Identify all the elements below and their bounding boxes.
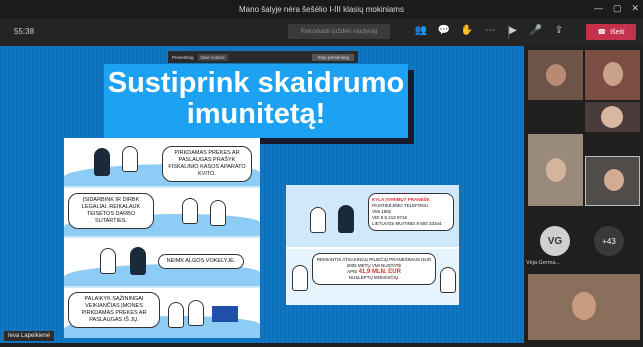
toolbar-icons: 👥 💬 ✋ ⋯ ▶ 🎤 ⇪ xyxy=(414,23,566,37)
white-figure xyxy=(440,267,456,293)
minimize-button[interactable]: — xyxy=(594,3,603,14)
slide-title: Sustiprink skaidrumo imunitetą! xyxy=(104,64,408,138)
amount-prefix: APIE xyxy=(347,269,358,274)
window-titlebar: Mano šalyje nėra šešėlio I-III klasių mo… xyxy=(0,0,643,18)
white-figure xyxy=(182,198,198,224)
result-panel: REMIANTIS ATSAKINGŲ PILIEČIŲ PRANEŠIMAIS… xyxy=(286,249,459,305)
avatar[interactable]: VG xyxy=(540,226,570,256)
raise-hand-icon[interactable]: ✋ xyxy=(460,23,474,37)
window-title: Mano šalyje nėra šešėlio I-III klasių mo… xyxy=(239,4,404,14)
panel-text: PALAIKYK SĄŽININGAI VEIKIANČIAS ĮMONES P… xyxy=(68,292,160,328)
infographic-left: PIRKDAMAS PREKES AR PASLAUGAS PRAŠYK FIS… xyxy=(64,138,260,338)
slide-title-box: Sustiprink skaidrumo imunitetą! xyxy=(104,64,414,144)
report-panel: KYLA ĮTARIMŲ? PRANEŠK PASITIKĖJIMO TELEF… xyxy=(286,185,459,247)
white-figure xyxy=(122,146,138,172)
shadow-figure xyxy=(94,148,110,176)
participant-video[interactable] xyxy=(528,274,640,340)
participant-name: Vėja Germa... xyxy=(526,260,560,266)
participant-face xyxy=(601,106,623,128)
white-figure xyxy=(188,300,204,326)
white-figure xyxy=(100,248,116,274)
white-figure xyxy=(168,302,184,328)
participant-face xyxy=(546,158,566,182)
participant-video[interactable] xyxy=(585,156,640,206)
shadow-figure xyxy=(338,205,354,233)
white-figure xyxy=(310,207,326,233)
stop-presenting-button[interactable]: Stop presenting xyxy=(312,53,354,61)
panel-2: ĮSIDARBINK IR DIRBK LEGALIAI. REIKALAUK … xyxy=(64,188,260,236)
result-text: NUSLĖPTŲ MOKESČIŲ. xyxy=(348,275,400,280)
panel-1: PIRKDAMAS PREKES AR PASLAUGAS PRAŠYK FIS… xyxy=(64,138,260,186)
toolbar-divider xyxy=(508,25,509,39)
participant-video[interactable] xyxy=(585,50,640,100)
shadow-figure xyxy=(130,247,146,275)
recording-button[interactable]: Rekoduoti (uždėti vaidyną) xyxy=(288,24,390,39)
report-bubble: KYLA ĮTARIMŲ? PRANEŠK PASITIKĖJIMO TELEF… xyxy=(368,193,454,231)
participant-face xyxy=(572,292,596,320)
meeting-timer: 55:38 xyxy=(14,27,35,36)
participant-face xyxy=(604,169,624,191)
more-icon[interactable]: ⋯ xyxy=(483,23,497,37)
mic-off-icon[interactable]: 🎤 xyxy=(529,23,543,37)
share-icon[interactable]: ⇪ xyxy=(552,23,566,37)
participant-face xyxy=(603,62,623,86)
panel-3: NEIMK ALGOS VOKELYJE. xyxy=(64,238,260,286)
meeting-toolbar: 55:38 Rekoduoti (uždėti vaidyną) 👥 💬 ✋ ⋯… xyxy=(0,18,643,46)
presenting-bar: Presenting Give control Stop presenting xyxy=(168,51,358,63)
participant-video[interactable] xyxy=(528,50,583,100)
leave-label: Išeiti xyxy=(610,28,625,36)
participant-face xyxy=(546,64,566,86)
white-figure xyxy=(292,265,308,291)
panel-4: PALAIKYK SĄŽININGAI VEIKIANČIAS ĮMONES P… xyxy=(64,288,260,338)
shop-sign xyxy=(212,306,238,322)
phone-icon: ☎ xyxy=(597,29,607,36)
result-bubble: REMIANTIS ATSAKINGŲ PILIEČIŲ PRANEŠIMAIS… xyxy=(312,253,436,285)
presenter-name: Ieva Lapeikienė xyxy=(4,331,55,341)
window-controls: — ▢ ✕ xyxy=(594,3,639,14)
participant-video[interactable] xyxy=(528,134,583,206)
leave-button[interactable]: ☎ Išeiti xyxy=(586,24,636,40)
presenting-label: Presenting xyxy=(172,54,194,60)
people-icon[interactable]: 👥 xyxy=(414,23,428,37)
maximize-button[interactable]: ▢ xyxy=(613,3,622,14)
shared-screen: Presenting Give control Stop presenting … xyxy=(0,46,524,343)
give-control-select[interactable]: Give control xyxy=(197,53,228,61)
participant-gallery: VG +43 Vėja Germa... xyxy=(524,46,643,343)
panel-text: ĮSIDARBINK IR DIRBK LEGALIAI. REIKALAUK … xyxy=(68,193,154,229)
participant-video[interactable] xyxy=(585,102,640,132)
report-line: LIETUVOS MUITINEI 8 800 33344 xyxy=(372,221,442,226)
infographic-right: KYLA ĮTARIMŲ? PRANEŠK PASITIKĖJIMO TELEF… xyxy=(286,185,459,305)
white-figure xyxy=(210,200,226,226)
panel-text: NEIMK ALGOS VOKELYJE. xyxy=(158,254,244,269)
close-button[interactable]: ✕ xyxy=(631,3,639,14)
result-text: REMIANTIS ATSAKINGŲ PILIEČIŲ PRANEŠIMAIS… xyxy=(316,257,432,268)
more-participants-button[interactable]: +43 xyxy=(594,226,624,256)
chat-icon[interactable]: 💬 xyxy=(437,23,451,37)
panel-text: PIRKDAMAS PREKES AR PASLAUGAS PRAŠYK FIS… xyxy=(162,146,252,182)
